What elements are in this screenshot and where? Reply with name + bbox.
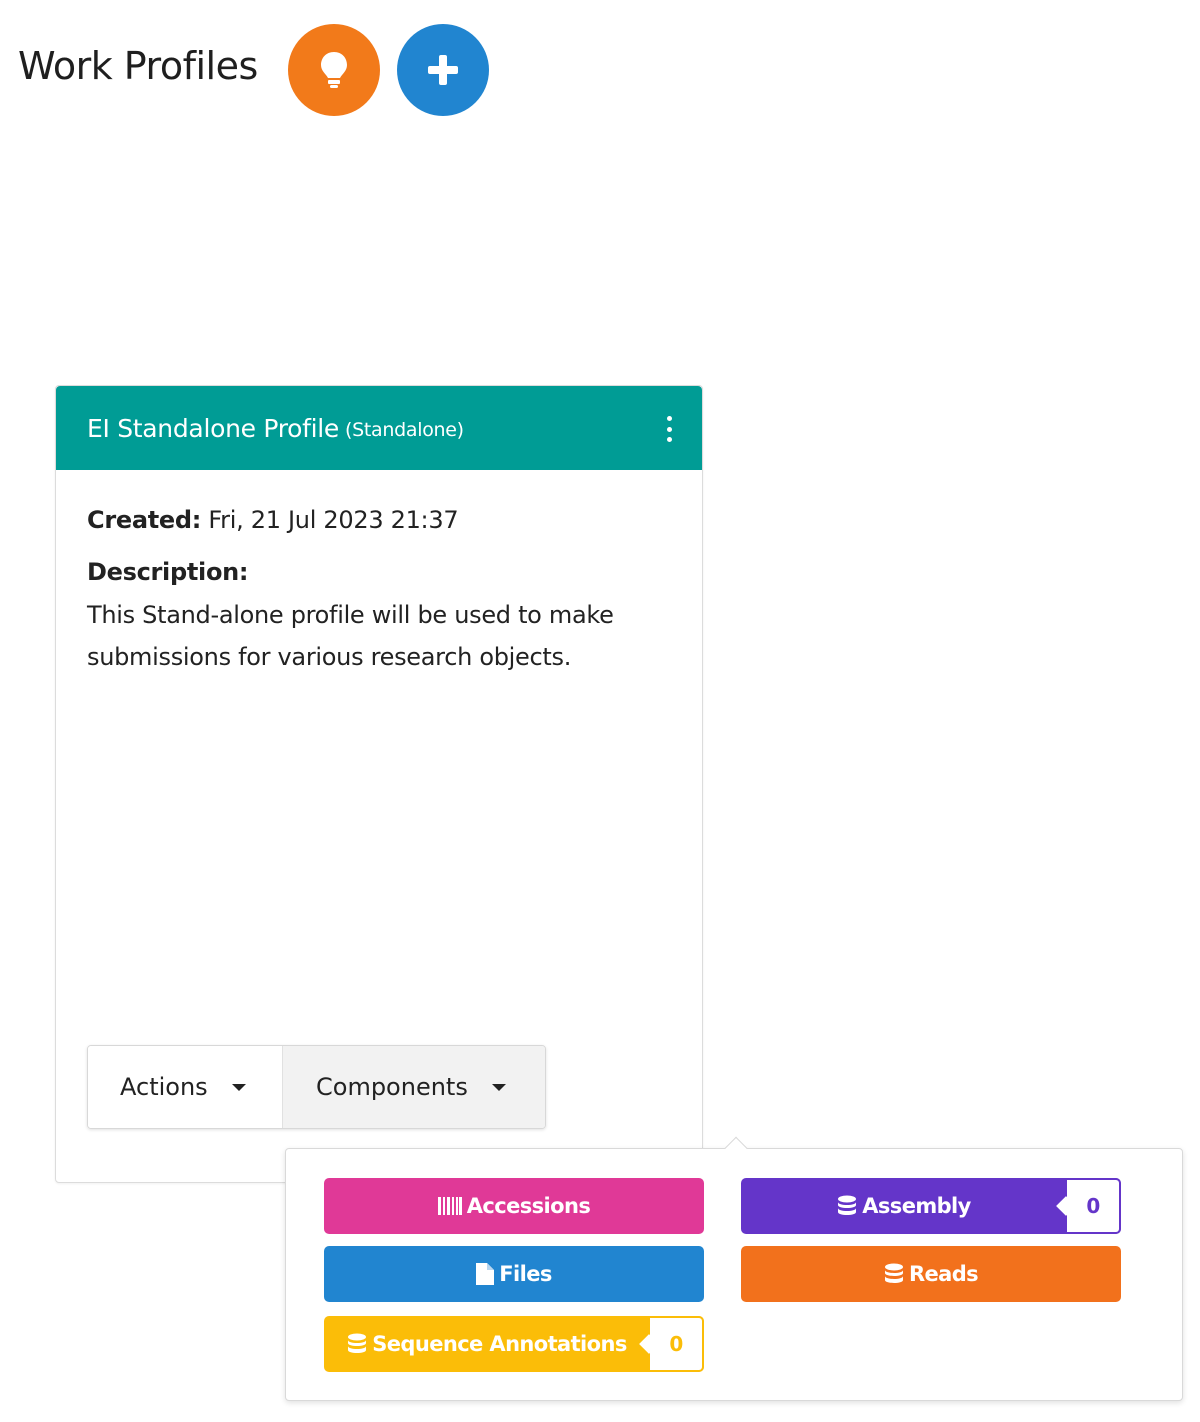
plus-icon [428, 55, 458, 85]
database-icon [837, 1195, 857, 1217]
database-icon [884, 1263, 904, 1285]
database-icon [347, 1333, 367, 1355]
profile-type: (Standalone) [345, 419, 464, 441]
sequence-annotations-button[interactable]: Sequence Annotations 0 [324, 1316, 704, 1372]
created-value: Fri, 21 Jul 2023 21:37 [208, 506, 459, 534]
description-label: Description: [87, 558, 249, 586]
add-profile-button[interactable] [397, 24, 489, 116]
ellipsis-vertical-icon[interactable] [662, 416, 676, 442]
profile-card-header: EI Standalone Profile (Standalone) [56, 386, 702, 470]
tips-button[interactable] [288, 24, 380, 116]
lightbulb-icon [321, 52, 347, 88]
actions-dropdown-button[interactable]: Actions [88, 1046, 283, 1128]
assembly-label: Assembly [862, 1194, 971, 1218]
popup-arrow [724, 1136, 748, 1160]
files-button[interactable]: Files [324, 1246, 704, 1302]
components-label: Components [316, 1073, 468, 1101]
reads-button[interactable]: Reads [741, 1246, 1121, 1302]
caret-down-icon [231, 1083, 246, 1091]
caret-down-icon [491, 1083, 506, 1091]
accessions-label: Accessions [466, 1194, 591, 1218]
barcode-icon [437, 1197, 462, 1215]
reads-label: Reads [908, 1262, 979, 1286]
components-dropdown-button[interactable]: Components [283, 1046, 545, 1128]
assembly-count: 0 [1067, 1178, 1121, 1234]
components-popup: Accessions Assembly 0 Files Reads Sequen… [285, 1136, 1183, 1401]
page-title: Work Profiles [18, 44, 258, 88]
created-line: Created: Fri, 21 Jul 2023 21:37 [87, 506, 671, 534]
created-label: Created: [87, 506, 202, 534]
profile-card-body: Created: Fri, 21 Jul 2023 21:37 Descript… [56, 470, 702, 678]
profile-title[interactable]: EI Standalone Profile [87, 414, 339, 443]
accessions-button[interactable]: Accessions [324, 1178, 704, 1234]
file-icon [476, 1263, 495, 1285]
files-label: Files [499, 1262, 552, 1286]
description-text: This Stand-alone profile will be used to… [87, 601, 614, 671]
card-button-group: Actions Components [87, 1045, 546, 1129]
assembly-button[interactable]: Assembly 0 [741, 1178, 1121, 1234]
sequence-annotations-label: Sequence Annotations [372, 1332, 627, 1356]
actions-label: Actions [120, 1073, 208, 1101]
sequence-annotations-count: 0 [650, 1316, 704, 1372]
profile-card: EI Standalone Profile (Standalone) Creat… [55, 385, 703, 1183]
